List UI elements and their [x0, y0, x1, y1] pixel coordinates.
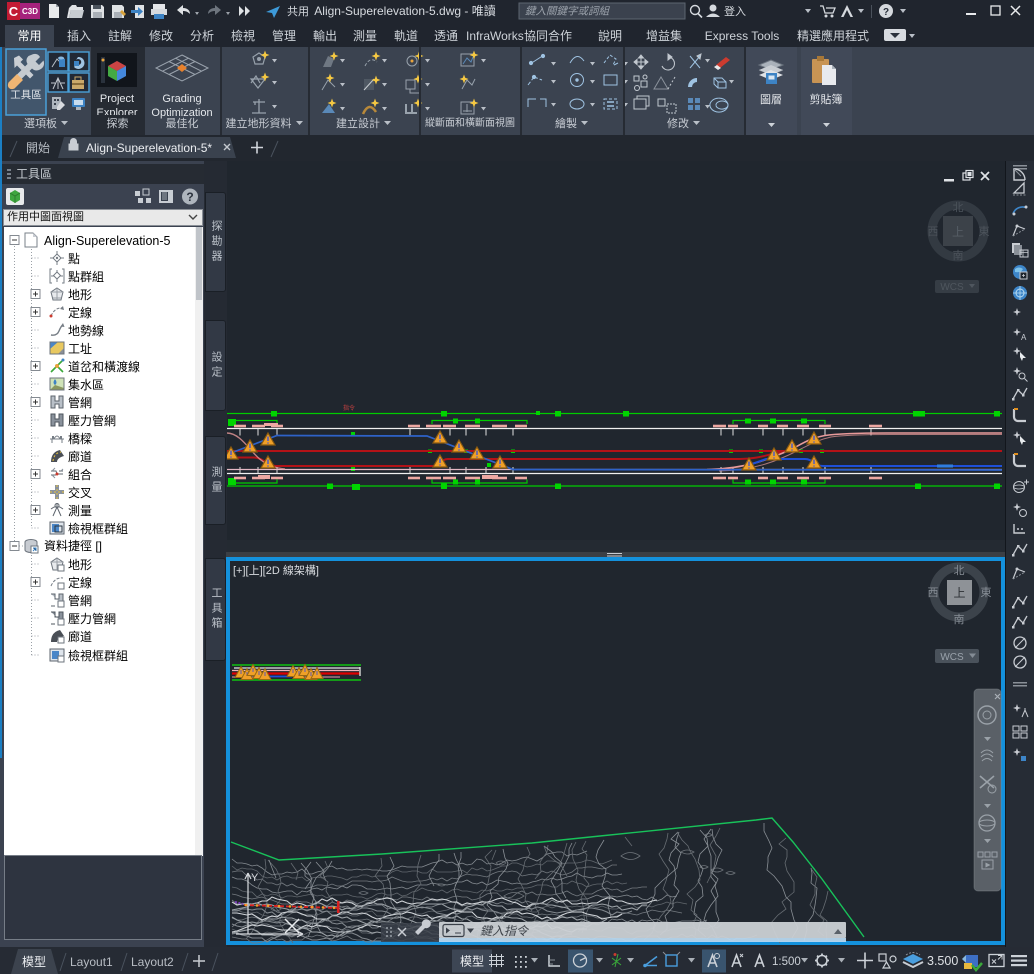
svg-text:道岔和橫渡線: 道岔和橫渡線 [68, 359, 140, 374]
svg-text:地形: 地形 [68, 558, 92, 572]
svg-text:東: 東 [979, 225, 990, 238]
svg-text:Grading: Grading [162, 93, 201, 105]
svg-text:檢視框群組: 檢視框群組 [68, 648, 128, 663]
svg-text:C: C [9, 4, 19, 19]
svg-text:開始: 開始 [26, 141, 50, 155]
svg-text:廊道: 廊道 [68, 449, 92, 464]
svg-text:集水區: 集水區 [68, 377, 104, 392]
svg-text:壓力管網: 壓力管網 [68, 413, 116, 428]
svg-text:?: ? [186, 190, 193, 204]
svg-text:北: 北 [953, 201, 964, 214]
svg-text:橋樑: 橋樑 [68, 432, 92, 446]
svg-text:定線: 定線 [68, 575, 92, 590]
svg-text:測量: 測量 [68, 504, 92, 518]
svg-text:交叉: 交叉 [68, 485, 92, 500]
svg-text:Align-Superelevation-5.dwg - 唯: Align-Superelevation-5.dwg - 唯讀 [314, 4, 495, 18]
svg-text:Project: Project [100, 93, 134, 105]
svg-text:Layout2: Layout2 [131, 955, 174, 969]
svg-text:地勢線: 地勢線 [68, 323, 104, 338]
svg-text:組合: 組合 [68, 467, 92, 482]
svg-text:工具區: 工具區 [10, 89, 42, 101]
svg-text:模型: 模型 [22, 955, 46, 969]
svg-text:定線: 定線 [68, 305, 92, 320]
svg-text:模型: 模型 [460, 955, 484, 969]
svg-text:西: 西 [928, 587, 939, 599]
svg-text:壓力管網: 壓力管網 [68, 611, 116, 626]
svg-text:[+][上][2D 線架構]: [+][上][2D 線架構] [233, 563, 319, 577]
svg-text:鍵入指令: 鍵入指令 [480, 924, 530, 938]
svg-text:管網: 管網 [68, 593, 92, 608]
svg-text:共用: 共用 [287, 5, 309, 18]
svg-text:WCS: WCS [940, 652, 964, 663]
svg-text:鍵入關鍵字或詞組: 鍵入關鍵字或詞組 [525, 6, 610, 18]
svg-text:檢視框群組: 檢視框群組 [68, 521, 128, 536]
svg-text:上: 上 [952, 225, 964, 239]
svg-text:工址: 工址 [68, 342, 92, 356]
svg-text:Align-Superelevation-5*: Align-Superelevation-5* [86, 141, 212, 155]
svg-text:指令: 指令 [343, 404, 355, 412]
svg-text:Y: Y [251, 872, 259, 884]
svg-text:資料捷徑 []: 資料捷徑 [] [44, 539, 102, 553]
svg-text:點: 點 [68, 252, 80, 266]
svg-text:西: 西 [928, 226, 939, 238]
svg-text:C3D: C3D [22, 7, 38, 16]
svg-text:WCS: WCS [940, 282, 964, 293]
svg-text:廊道: 廊道 [68, 629, 92, 644]
svg-text:管網: 管網 [68, 395, 92, 410]
svg-text:Layout1: Layout1 [70, 955, 113, 969]
svg-text:?: ? [883, 7, 889, 18]
svg-text:圖層: 圖層 [760, 93, 782, 106]
svg-text:Align-Superelevation-5: Align-Superelevation-5 [44, 234, 171, 248]
svg-text:北: 北 [954, 564, 965, 577]
svg-text:點群組: 點群組 [68, 270, 104, 284]
svg-text:東: 東 [981, 586, 992, 599]
svg-text:地形: 地形 [68, 288, 92, 302]
svg-text:3.500: 3.500 [927, 954, 958, 968]
svg-text:1:500: 1:500 [772, 956, 801, 968]
svg-text:上: 上 [953, 586, 965, 600]
svg-text:剪貼簿: 剪貼簿 [810, 92, 843, 106]
svg-text:南: 南 [954, 613, 965, 626]
svg-text:登入: 登入 [724, 4, 746, 18]
svg-text:南: 南 [953, 249, 964, 262]
svg-text:A: A [1021, 333, 1027, 342]
